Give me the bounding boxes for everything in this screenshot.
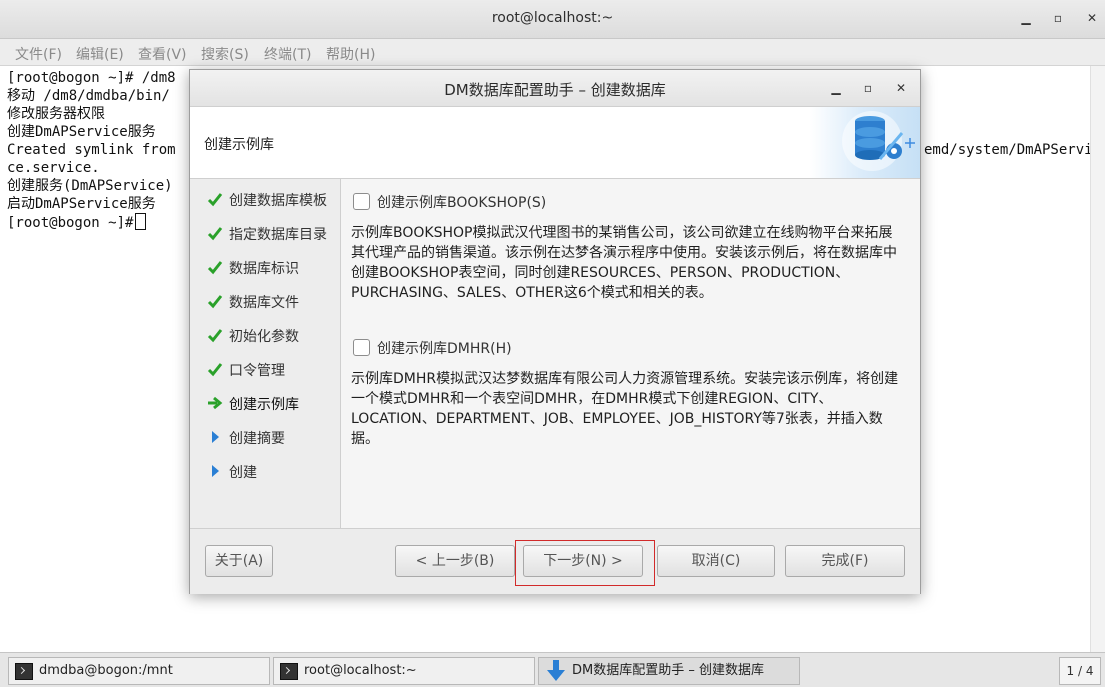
dialog-close-icon[interactable]: ✕ <box>891 78 911 98</box>
step-label: 数据库文件 <box>229 295 299 311</box>
step-item-template: 创建数据库模板 <box>190 182 340 216</box>
checkmark-icon <box>207 193 223 207</box>
terminal-line: Created symlink from <box>7 142 176 158</box>
finish-button[interactable]: 完成(F) <box>785 545 905 577</box>
dmhr-checkbox[interactable] <box>353 339 370 356</box>
sample-db-content: 创建示例库BOOKSHOP(S) 示例库BOOKSHOP模拟武汉代理图书的某销售… <box>341 179 920 528</box>
terminal-line: 创建服务(DmAPService) <box>7 178 173 194</box>
dmhr-description: 示例库DMHR模拟武汉达梦数据库有限公司人力资源管理系统。安装完该示例库，将创建… <box>351 371 899 447</box>
cancel-button[interactable]: 取消(C) <box>657 545 775 577</box>
steps-panel: 创建数据库模板 指定数据库目录 数据库标识 数据库文件 初始化参数 口令管理 创… <box>190 179 341 528</box>
task-root-terminal[interactable]: root@localhost:~ <box>273 657 535 685</box>
dialog-title: DM数据库配置助手 – 创建数据库 <box>444 81 666 99</box>
step-label: 创建摘要 <box>229 431 285 447</box>
step-label: 初始化参数 <box>229 329 299 345</box>
terminal-line: [root@bogon ~]# /dm8 <box>7 70 176 86</box>
step-label: 指定数据库目录 <box>229 227 327 243</box>
terminal-line: 启动DmAPService服务 <box>7 196 156 212</box>
checkmark-icon <box>207 227 223 241</box>
step-item-sample-db: 创建示例库 <box>190 386 340 420</box>
terminal-title: root@localhost:~ <box>491 10 614 26</box>
step-item-identity: 数据库标识 <box>190 250 340 284</box>
terminal-menubar: 文件(F) 编辑(E) 查看(V) 搜索(S) 终端(T) 帮助(H) <box>0 39 1105 66</box>
task-label: dmdba@bogon:/mnt <box>39 663 173 678</box>
checkmark-icon <box>207 363 223 377</box>
terminal-line: 创建DmAPService服务 <box>7 124 156 140</box>
menu-search[interactable]: 搜索(S) <box>201 44 249 64</box>
step-item-directory: 指定数据库目录 <box>190 216 340 250</box>
terminal-prompt: [root@bogon ~]# <box>7 213 147 232</box>
step-item-init-params: 初始化参数 <box>190 318 340 352</box>
step-item-files: 数据库文件 <box>190 284 340 318</box>
triangle-right-icon <box>212 431 219 443</box>
database-logo-icon <box>810 107 920 178</box>
terminal-icon <box>15 663 33 680</box>
terminal-titlebar: root@localhost:~ ▁ ▫ ✕ <box>0 0 1105 39</box>
step-label: 创建示例库 <box>229 397 299 413</box>
next-button[interactable]: 下一步(N) > <box>523 545 643 577</box>
menu-file[interactable]: 文件(F) <box>15 44 62 64</box>
terminal-line: ce.service. <box>7 160 100 176</box>
bookshop-label[interactable]: 创建示例库BOOKSHOP(S) <box>377 192 546 212</box>
dialog-header: 创建示例库 <box>190 107 920 179</box>
minimize-icon[interactable]: ▁ <box>1016 8 1036 28</box>
task-label: root@localhost:~ <box>304 663 417 678</box>
terminal-line: 修改服务器权限 <box>7 106 105 122</box>
terminal-line-fragment: emd/system/DmAPServi <box>924 142 1093 158</box>
task-dmdba-terminal[interactable]: dmdba@bogon:/mnt <box>8 657 270 685</box>
step-label: 创建 <box>229 465 257 481</box>
step-label: 数据库标识 <box>229 261 299 277</box>
bookshop-checkbox[interactable] <box>353 193 370 210</box>
task-dm-config[interactable]: DM数据库配置助手 – 创建数据库 <box>538 657 800 685</box>
step-item-password: 口令管理 <box>190 352 340 386</box>
terminal-scrollbar[interactable] <box>1090 66 1105 652</box>
checkmark-icon <box>207 261 223 275</box>
menu-edit[interactable]: 编辑(E) <box>76 44 124 64</box>
bookshop-description: 示例库BOOKSHOP模拟武汉代理图书的某销售公司，该公司欲建立在线购物平台来拓… <box>351 225 897 301</box>
dialog-minimize-icon[interactable]: ▁ <box>826 78 846 98</box>
workspace-pager[interactable]: 1 / 4 <box>1059 657 1101 685</box>
close-icon[interactable]: ✕ <box>1082 8 1102 28</box>
terminal-line: 移动 /dm8/dmdba/bin/ <box>7 88 170 104</box>
header-title: 创建示例库 <box>204 137 274 153</box>
checkmark-icon <box>207 295 223 309</box>
menu-help[interactable]: 帮助(H) <box>326 44 375 64</box>
taskbar: dmdba@bogon:/mnt root@localhost:~ DM数据库配… <box>0 652 1105 687</box>
terminal-icon <box>280 663 298 680</box>
task-label: DM数据库配置助手 – 创建数据库 <box>572 663 764 678</box>
maximize-icon[interactable]: ▫ <box>1048 8 1068 28</box>
dmhr-label[interactable]: 创建示例库DMHR(H) <box>377 338 512 358</box>
dialog-titlebar: DM数据库配置助手 – 创建数据库 ▁ ▫ ✕ <box>190 70 920 107</box>
dialog-footer: 关于(A) < 上一步(B) 下一步(N) > 取消(C) 完成(F) <box>190 528 920 594</box>
menu-view[interactable]: 查看(V) <box>138 44 187 64</box>
about-button[interactable]: 关于(A) <box>205 545 273 577</box>
step-item-summary: 创建摘要 <box>190 420 340 454</box>
download-arrow-icon <box>547 660 565 681</box>
dialog-maximize-icon[interactable]: ▫ <box>858 78 878 98</box>
triangle-right-icon <box>212 465 219 477</box>
step-label: 创建数据库模板 <box>229 193 327 209</box>
arrow-right-icon <box>208 396 223 410</box>
prompt-text: [root@bogon ~]# <box>7 215 134 231</box>
dm-config-dialog: DM数据库配置助手 – 创建数据库 ▁ ▫ ✕ 创建示例库 创建数据库模板 指定… <box>189 69 921 594</box>
step-item-create: 创建 <box>190 454 340 488</box>
back-button[interactable]: < 上一步(B) <box>395 545 515 577</box>
step-label: 口令管理 <box>229 363 285 379</box>
checkmark-icon <box>207 329 223 343</box>
terminal-cursor <box>135 213 147 230</box>
menu-terminal[interactable]: 终端(T) <box>264 44 311 64</box>
